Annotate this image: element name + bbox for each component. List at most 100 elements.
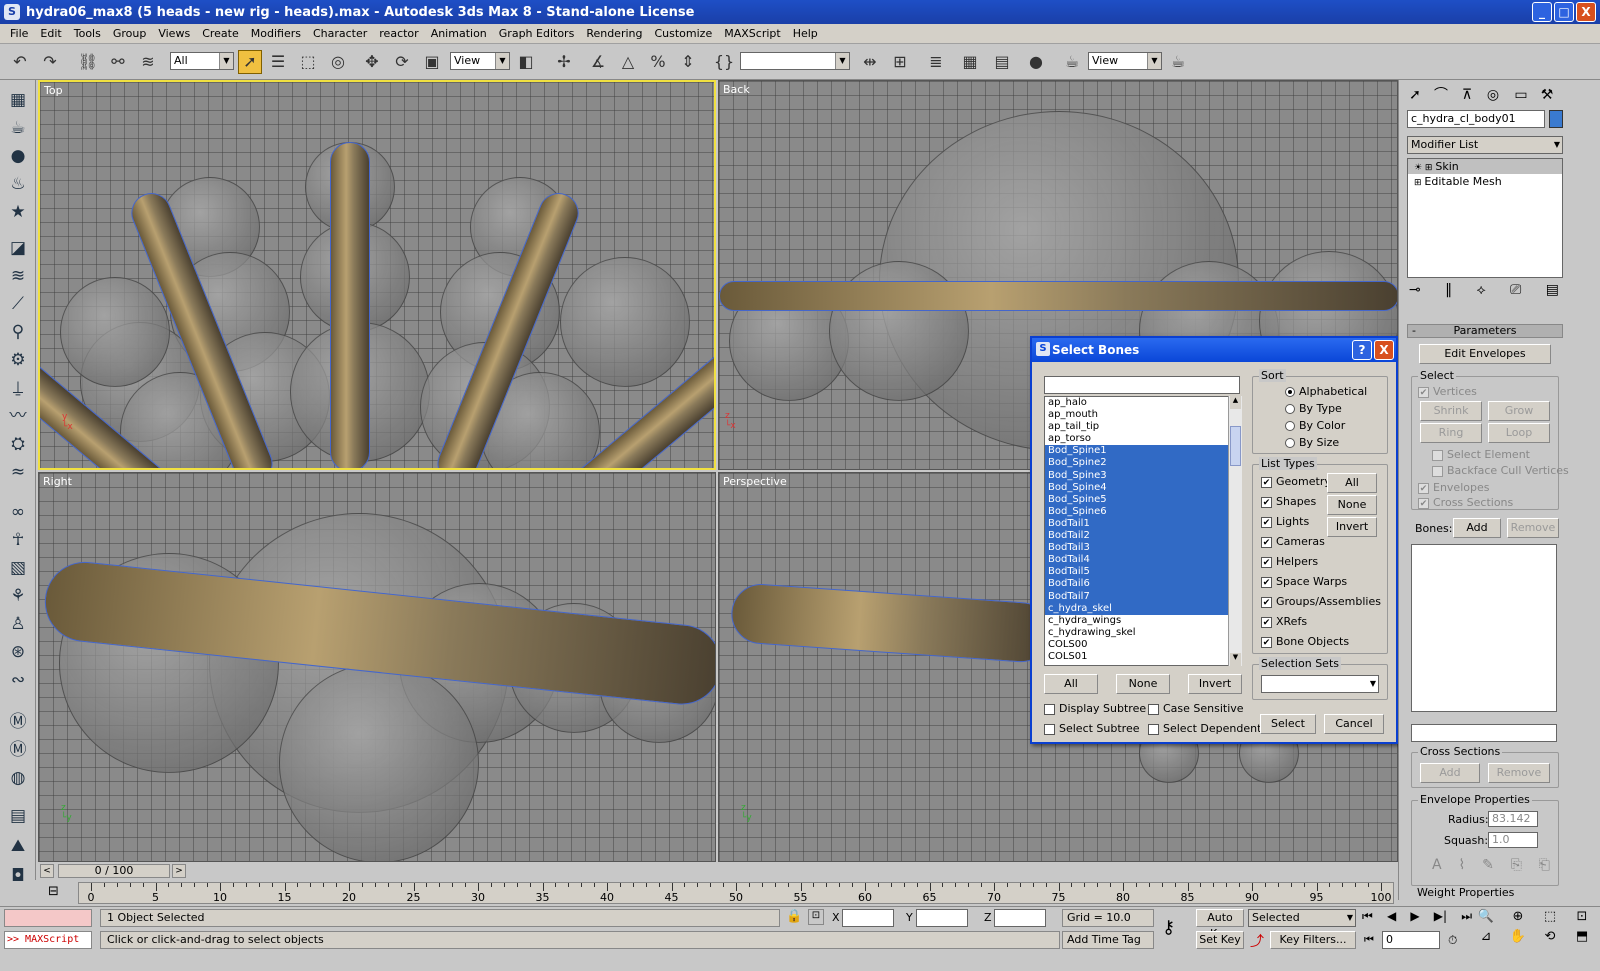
minimize-button[interactable]: _	[1532, 2, 1552, 22]
vertices-checkbox[interactable]: ✔ Vertices	[1418, 385, 1477, 398]
list-types-invert-button[interactable]: Invert	[1327, 517, 1377, 537]
material-editor-icon[interactable]: ●	[1024, 50, 1048, 74]
ring-button[interactable]: Ring	[1420, 423, 1482, 443]
space-warps-checkbox[interactable]: ✔ Space Warps	[1261, 575, 1347, 588]
schematic-view-icon[interactable]: ▤	[990, 50, 1014, 74]
select-by-name-icon[interactable]: ☰	[266, 50, 290, 74]
key-mode-dropdown[interactable]: Selected ▼	[1248, 909, 1356, 927]
menu-animation[interactable]: Animation	[425, 27, 493, 40]
absolute-mode-icon[interactable]: ⊡	[808, 909, 824, 925]
close-button[interactable]: X	[1576, 2, 1596, 22]
menu-create[interactable]: Create	[196, 27, 245, 40]
selection-sets-dropdown[interactable]: ▼	[1261, 675, 1379, 693]
bone-list-item[interactable]: ap_tail_tip	[1045, 421, 1239, 433]
time-slider[interactable]: 0 / 100	[58, 864, 170, 878]
pin-icon[interactable]: ⍊	[6, 376, 30, 400]
sort-alphabetical-radio[interactable]: Alphabetical	[1285, 385, 1367, 398]
xrefs-checkbox[interactable]: ✔ XRefs	[1261, 615, 1307, 628]
select-subtree-checkbox[interactable]: Select Subtree	[1044, 722, 1140, 735]
bone-list-item[interactable]: c_hydra_skel	[1045, 602, 1239, 615]
x-coord-field[interactable]	[842, 909, 894, 927]
scroll-thumb[interactable]	[1230, 426, 1241, 466]
bone-list-item[interactable]: BodTail4	[1045, 554, 1239, 567]
time-config-icon[interactable]: ⏱	[1448, 933, 1457, 948]
chain-icon[interactable]: ∾	[6, 668, 30, 692]
remove-bone-button[interactable]: Remove	[1507, 518, 1559, 538]
menu-file[interactable]: File	[4, 27, 34, 40]
pencil-icon[interactable]: ✎	[1482, 857, 1494, 873]
utilities-tab-icon[interactable]: ⚒	[1535, 84, 1559, 106]
percent-snap-icon[interactable]: %	[646, 50, 670, 74]
waves-icon[interactable]: ≈	[6, 460, 30, 484]
bone-list-item[interactable]: Bod_Spine3	[1045, 469, 1239, 482]
search-input[interactable]	[1044, 376, 1240, 394]
menu-modifiers[interactable]: Modifiers	[245, 27, 307, 40]
select-dependents-checkbox[interactable]: Select Dependents	[1148, 722, 1267, 735]
mirror-icon[interactable]: ⇹	[858, 50, 882, 74]
cancel-button[interactable]: Cancel	[1324, 714, 1384, 734]
cs-remove-button[interactable]: Remove	[1488, 763, 1550, 783]
time-slider-track[interactable]: < 0 / 100 >	[38, 864, 1398, 880]
sort-by-type-radio[interactable]: By Type	[1285, 402, 1342, 415]
scroll-down-icon[interactable]: ▼	[1230, 653, 1241, 666]
add-time-tag-button[interactable]: Add Time Tag	[1062, 931, 1154, 949]
rotate-icon[interactable]: ⟳	[390, 50, 414, 74]
configure-sets-icon[interactable]: ▤	[1546, 282, 1559, 302]
viewport-top[interactable]: Top y └x	[38, 80, 716, 470]
maxscript-listener[interactable]: >> MAXScript	[4, 931, 92, 949]
render-view-dropdown[interactable]: View ▼	[1088, 52, 1162, 70]
material-icon[interactable]: Ⓜ	[6, 738, 30, 762]
render-effects-icon[interactable]: ◍	[6, 766, 30, 790]
menu-views[interactable]: Views	[152, 27, 196, 40]
snaps-toggle-icon[interactable]: ∡	[586, 50, 610, 74]
bone-list-item[interactable]: Bod_Spine6	[1045, 505, 1239, 518]
time-next-icon[interactable]: >	[172, 864, 186, 878]
menu-rendering[interactable]: Rendering	[580, 27, 648, 40]
hierarchy-tab-icon[interactable]: ⊼	[1455, 84, 1479, 106]
create-tab-icon[interactable]: ➚	[1403, 84, 1427, 106]
select-all-button[interactable]: All	[1044, 674, 1098, 694]
bone-list[interactable]: ap_halo ap_mouth ap_tail_tip ap_torso Bod_Sp…	[1044, 396, 1240, 666]
edit-envelopes-button[interactable]: Edit Envelopes	[1419, 344, 1551, 364]
parameters-rollout-header[interactable]: - Parameters	[1407, 324, 1563, 338]
maxscript-listener-top[interactable]	[4, 909, 92, 927]
biped-icon[interactable]: ☥	[6, 528, 30, 552]
menu-character[interactable]: Character	[307, 27, 373, 40]
cloth-icon[interactable]: ▧	[6, 556, 30, 580]
list-types-none-button[interactable]: None	[1327, 495, 1377, 515]
bone-list-item[interactable]: BodTail2	[1045, 530, 1239, 543]
motion-tab-icon[interactable]: ◎	[1481, 84, 1505, 106]
paperclip-icon[interactable]: ⌇	[1458, 857, 1465, 873]
lights-checkbox[interactable]: ✔ Lights	[1261, 515, 1309, 528]
menu-graph-editors[interactable]: Graph Editors	[493, 27, 581, 40]
menu-help[interactable]: Help	[787, 27, 824, 40]
go-to-start-icon[interactable]: ⏮	[1362, 909, 1373, 927]
manipulate-icon[interactable]: ✢	[552, 50, 576, 74]
light-icon[interactable]: ♨	[6, 172, 30, 196]
bone-list-item[interactable]: Bod_Spine5	[1045, 493, 1239, 506]
bone-list-item[interactable]: Bod_Spine1	[1045, 445, 1239, 458]
bone-icon[interactable]: ⟋	[6, 292, 30, 316]
squash-spinner[interactable]: 1.0	[1488, 832, 1538, 848]
list-types-all-button[interactable]: All	[1327, 473, 1377, 493]
zoom-extents-all-icon[interactable]: ⊡	[1566, 909, 1598, 929]
stack-item-skin[interactable]: ☀ ⊞ Skin	[1408, 159, 1562, 174]
layer-manager-icon[interactable]: ≣	[924, 50, 948, 74]
menu-edit[interactable]: Edit	[34, 27, 67, 40]
sort-by-color-radio[interactable]: By Color	[1285, 419, 1345, 432]
track-bar[interactable]: 0 5 10 15 20 25 30 35 40 45 50 55 60 65 70 75 80 85 90 95 10…	[78, 882, 1394, 904]
cs-add-button[interactable]: Add	[1420, 763, 1480, 783]
select-invert-button[interactable]: Invert	[1188, 674, 1242, 694]
helpers-checkbox[interactable]: ✔ Helpers	[1261, 555, 1318, 568]
star-icon[interactable]: ★	[6, 200, 30, 224]
previous-frame-icon[interactable]: ◀	[1387, 909, 1396, 927]
viewport-label[interactable]: Right	[43, 475, 72, 488]
undo-icon[interactable]: ↶	[8, 50, 32, 74]
deflector-icon[interactable]: ⛭	[6, 432, 30, 456]
next-frame-icon[interactable]: ▶|	[1434, 909, 1447, 927]
display-subtree-checkbox[interactable]: Display Subtree	[1044, 702, 1146, 715]
spinner-snap-icon[interactable]: ⇕	[676, 50, 700, 74]
viewport-right[interactable]: Right z └y	[38, 472, 716, 862]
compound-icon[interactable]: ≋	[6, 264, 30, 288]
select-and-link-icon[interactable]: ⛓	[76, 50, 100, 74]
